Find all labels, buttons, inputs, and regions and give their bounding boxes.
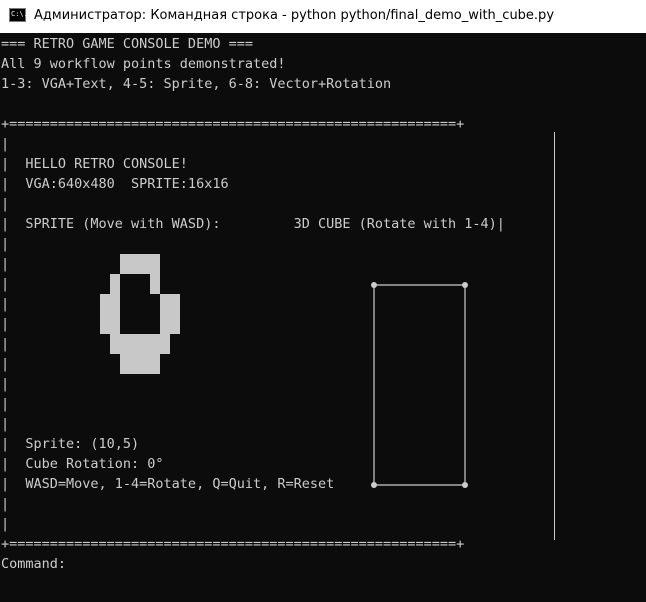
window-title: Администратор: Командная строка - python… (34, 8, 555, 23)
title-bar[interactable]: C:\. Администратор: Командная строка - p… (0, 0, 646, 33)
cube-wireframe (371, 282, 468, 488)
console-output[interactable]: === RETRO GAME CONSOLE DEMO === All 9 wor… (0, 34, 646, 602)
cmd-icon: C:\. (9, 8, 28, 22)
cube-vertex (371, 282, 377, 288)
cube-vertex (462, 482, 468, 488)
cube-vertex (371, 482, 377, 488)
cube-vertex (462, 282, 468, 288)
